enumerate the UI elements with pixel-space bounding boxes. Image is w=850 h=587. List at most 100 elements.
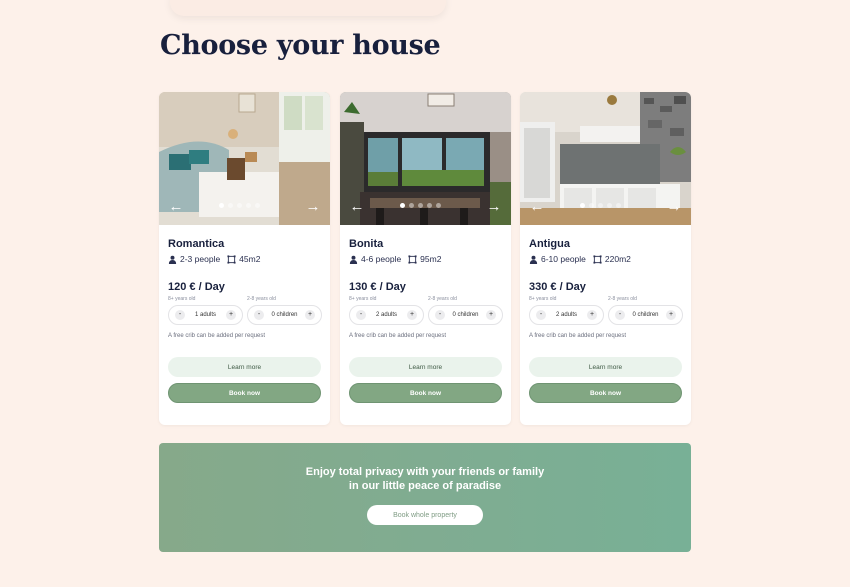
carousel-dot[interactable] bbox=[418, 203, 423, 208]
house-card-bonita: ← → Bonita 4-6 people 95m2 130 € / Day 8… bbox=[340, 92, 511, 425]
adults-value: 2 adults bbox=[555, 312, 577, 318]
top-tab-strip bbox=[170, 0, 446, 16]
adults-stepper: - 1 adults + bbox=[168, 305, 243, 325]
arrow-left-icon: ← bbox=[529, 198, 545, 215]
carousel-dots bbox=[580, 203, 621, 209]
carousel-dot[interactable] bbox=[246, 203, 251, 208]
carousel-dot[interactable] bbox=[228, 203, 233, 208]
carousel-prev-button[interactable]: ← bbox=[348, 198, 366, 216]
page-title: Choose your house bbox=[160, 30, 441, 61]
increment-button[interactable]: + bbox=[225, 310, 236, 320]
carousel-next-button[interactable]: → bbox=[485, 198, 503, 216]
carousel-dot[interactable] bbox=[589, 203, 594, 208]
decrement-button[interactable]: - bbox=[536, 310, 546, 320]
decrement-button[interactable]: - bbox=[356, 310, 366, 320]
area-text: 45m2 bbox=[239, 254, 261, 264]
carousel-dot[interactable] bbox=[409, 203, 414, 208]
learn-more-button[interactable]: Learn more bbox=[168, 357, 321, 377]
arrow-right-icon: → bbox=[486, 198, 502, 215]
carousel-dot[interactable] bbox=[219, 203, 224, 208]
house-meta: 2-3 people 45m2 bbox=[168, 254, 260, 264]
capacity-text: 4-6 people bbox=[361, 254, 402, 264]
carousel-next-button[interactable]: → bbox=[304, 198, 322, 216]
decrement-button[interactable]: - bbox=[175, 310, 185, 320]
banner-text: Enjoy total privacy with your friends or… bbox=[159, 465, 691, 493]
adults-value: 1 adults bbox=[194, 312, 216, 318]
carousel-dot[interactable] bbox=[237, 203, 242, 208]
house-meta: 6-10 people 220m2 bbox=[529, 254, 631, 264]
book-now-button[interactable]: Book now bbox=[168, 383, 321, 403]
house-photo-antigua: ← → bbox=[520, 92, 691, 225]
learn-more-button[interactable]: Learn more bbox=[349, 357, 502, 377]
children-stepper: - 0 children + bbox=[247, 305, 322, 325]
increment-button[interactable]: + bbox=[485, 310, 496, 320]
increment-button[interactable]: + bbox=[586, 310, 597, 320]
children-value: 0 children bbox=[271, 312, 298, 318]
book-now-button[interactable]: Book now bbox=[349, 383, 502, 403]
decrement-button[interactable]: - bbox=[615, 310, 625, 320]
carousel-dot[interactable] bbox=[607, 203, 612, 208]
arrow-left-icon: ← bbox=[168, 198, 184, 215]
carousel-dots bbox=[400, 203, 441, 209]
increment-button[interactable]: + bbox=[406, 310, 417, 320]
person-icon bbox=[529, 255, 538, 264]
house-name: Romantica bbox=[168, 238, 225, 250]
child-age-label: 2-8 years old bbox=[247, 296, 276, 302]
children-value: 0 children bbox=[632, 312, 659, 318]
person-icon bbox=[168, 255, 177, 264]
learn-more-button[interactable]: Learn more bbox=[529, 357, 682, 377]
house-name: Bonita bbox=[349, 238, 384, 250]
carousel-dot[interactable] bbox=[598, 203, 603, 208]
adult-age-label: 8+ years old bbox=[529, 296, 557, 302]
increment-button[interactable]: + bbox=[304, 310, 315, 320]
carousel-dot[interactable] bbox=[616, 203, 621, 208]
decrement-button[interactable]: - bbox=[435, 310, 445, 320]
crib-note: A free crib can be added per request bbox=[168, 333, 266, 339]
carousel-dot[interactable] bbox=[436, 203, 441, 208]
adult-age-label: 8+ years old bbox=[349, 296, 377, 302]
carousel-dot[interactable] bbox=[580, 203, 585, 208]
whole-property-banner: Enjoy total privacy with your friends or… bbox=[159, 443, 691, 552]
banner-line-2: in our little peace of paradise bbox=[348, 480, 502, 492]
carousel-next-button[interactable]: → bbox=[665, 198, 683, 216]
person-icon bbox=[349, 255, 358, 264]
arrow-right-icon: → bbox=[666, 198, 682, 215]
adults-stepper: - 2 adults + bbox=[529, 305, 604, 325]
child-age-label: 2-8 years old bbox=[608, 296, 637, 302]
children-stepper: - 0 children + bbox=[608, 305, 683, 325]
price: 330 € / Day bbox=[529, 281, 586, 293]
area-icon bbox=[227, 254, 236, 264]
capacity-text: 6-10 people bbox=[541, 254, 586, 264]
decrement-button[interactable]: - bbox=[254, 310, 264, 320]
carousel-dots bbox=[219, 203, 260, 209]
adults-stepper: - 2 adults + bbox=[349, 305, 424, 325]
banner-line-1: Enjoy total privacy with your friends or… bbox=[305, 466, 545, 478]
adults-value: 2 adults bbox=[375, 312, 397, 318]
price: 120 € / Day bbox=[168, 281, 225, 293]
increment-button[interactable]: + bbox=[665, 310, 676, 320]
crib-note: A free crib can be added per request bbox=[349, 333, 447, 339]
house-photo-romantica: ← → bbox=[159, 92, 330, 225]
children-value: 0 children bbox=[452, 312, 479, 318]
house-name: Antigua bbox=[529, 238, 570, 250]
arrow-right-icon: → bbox=[305, 198, 321, 215]
house-card-antigua: ← → Antigua 6-10 people 220m2 330 € / Da… bbox=[520, 92, 691, 425]
carousel-dot[interactable] bbox=[400, 203, 405, 208]
child-age-label: 2-8 years old bbox=[428, 296, 457, 302]
house-meta: 4-6 people 95m2 bbox=[349, 254, 441, 264]
house-card-romantica: ← → Romantica 2-3 people 45m2 120 € / Da… bbox=[159, 92, 330, 425]
carousel-prev-button[interactable]: ← bbox=[528, 198, 546, 216]
area-icon bbox=[593, 254, 602, 264]
price: 130 € / Day bbox=[349, 281, 406, 293]
crib-note: A free crib can be added per request bbox=[529, 333, 627, 339]
carousel-dot[interactable] bbox=[255, 203, 260, 208]
area-text: 220m2 bbox=[604, 254, 631, 264]
book-now-button[interactable]: Book now bbox=[529, 383, 682, 403]
capacity-text: 2-3 people bbox=[180, 254, 221, 264]
area-text: 95m2 bbox=[420, 254, 442, 264]
arrow-left-icon: ← bbox=[349, 198, 365, 215]
book-whole-property-button[interactable]: Book whole property bbox=[367, 505, 483, 525]
carousel-dot[interactable] bbox=[427, 203, 432, 208]
area-icon bbox=[408, 254, 417, 264]
carousel-prev-button[interactable]: ← bbox=[167, 198, 185, 216]
